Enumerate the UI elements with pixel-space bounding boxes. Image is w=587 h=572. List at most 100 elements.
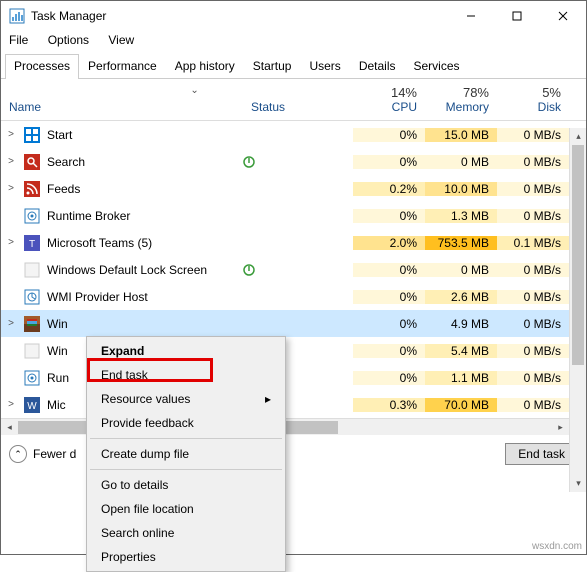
memory-cell: 70.0 MB — [425, 398, 497, 412]
memory-cell: 4.9 MB — [425, 317, 497, 331]
ctx-details-label: Go to details — [101, 478, 168, 492]
menu-view[interactable]: View — [108, 33, 134, 47]
process-name-label: Runtime Broker — [47, 209, 130, 223]
ctx-resource-values[interactable]: Resource values▸ — [89, 387, 283, 411]
scroll-left-icon[interactable]: ◂ — [1, 419, 18, 436]
table-row[interactable]: Runtime Broker 0%1.3 MB0 MB/s — [1, 202, 569, 229]
end-task-button[interactable]: End task — [505, 443, 578, 465]
ctx-separator — [90, 469, 282, 470]
tab-details[interactable]: Details — [350, 54, 405, 79]
scroll-down-icon[interactable]: ▾ — [570, 475, 587, 492]
chevron-up-icon: ⌃ — [9, 445, 27, 463]
close-button[interactable] — [540, 1, 586, 31]
disk-cell: 0 MB/s — [497, 317, 569, 331]
menubar: File Options View — [1, 31, 586, 53]
submenu-arrow-icon: ▸ — [265, 392, 271, 406]
expand-toggle-icon[interactable]: > — [1, 237, 21, 248]
expand-toggle-icon[interactable]: > — [1, 318, 21, 329]
tab-strip: Processes Performance App history Startu… — [1, 53, 586, 79]
col-name[interactable]: Name ⌄ — [1, 79, 243, 120]
table-row[interactable]: >Start0%15.0 MB0 MB/s — [1, 121, 569, 148]
v-scroll-thumb[interactable] — [572, 145, 584, 365]
table-row[interactable]: Windows Default Lock Screen0%0 MB0 MB/s — [1, 256, 569, 283]
table-row[interactable]: >Feeds0.2%10.0 MB0 MB/s — [1, 175, 569, 202]
scroll-up-icon[interactable]: ▴ — [570, 128, 587, 145]
blank-icon — [23, 261, 41, 279]
blank-icon — [23, 342, 41, 360]
cpu-cell: 0% — [353, 209, 425, 223]
memory-cell: 2.6 MB — [425, 290, 497, 304]
expand-toggle-icon[interactable]: > — [1, 183, 21, 194]
table-row[interactable]: WMI Provider Host0%2.6 MB0 MB/s — [1, 283, 569, 310]
svg-text:T: T — [29, 239, 35, 250]
ctx-search-label: Search online — [101, 526, 174, 540]
disk-percent: 5% — [505, 85, 561, 100]
ctx-end-task[interactable]: End task — [89, 363, 283, 387]
status-cell — [243, 156, 353, 168]
ctx-end-task-label: End task — [101, 368, 148, 382]
ctx-search-online[interactable]: Search online — [89, 521, 283, 545]
memory-cell: 1.3 MB — [425, 209, 497, 223]
fewer-details-label: Fewer d — [33, 447, 76, 461]
process-name-label: Mic — [47, 398, 66, 412]
process-name-label: Feeds — [47, 182, 80, 196]
disk-cell: 0 MB/s — [497, 263, 569, 277]
disk-cell: 0 MB/s — [497, 155, 569, 169]
table-row[interactable]: > Win 0%4.9 MB0 MB/s — [1, 310, 569, 337]
ctx-properties[interactable]: Properties — [89, 545, 283, 569]
col-status-label: Status — [251, 100, 285, 114]
process-name-cell: Win — [21, 315, 243, 333]
ctx-open-file-location[interactable]: Open file location — [89, 497, 283, 521]
titlebar: Task Manager — [1, 1, 586, 31]
expand-toggle-icon[interactable]: > — [1, 129, 21, 140]
process-name-label: WMI Provider Host — [47, 290, 148, 304]
ctx-go-to-details[interactable]: Go to details — [89, 473, 283, 497]
table-row[interactable]: >TMicrosoft Teams (5)2.0%753.5 MB0.1 MB/… — [1, 229, 569, 256]
menu-options[interactable]: Options — [48, 33, 89, 47]
process-name-cell: Runtime Broker — [21, 207, 243, 225]
cpu-percent: 14% — [361, 85, 417, 100]
table-row[interactable]: >Search0%0 MB0 MB/s — [1, 148, 569, 175]
feeds-icon — [23, 180, 41, 198]
process-name-label: Win — [47, 344, 68, 358]
tab-users[interactable]: Users — [300, 54, 349, 79]
cpu-cell: 0% — [353, 290, 425, 304]
col-cpu[interactable]: 14% CPU — [353, 79, 425, 120]
vertical-scrollbar[interactable]: ▴ ▾ — [569, 128, 586, 492]
memory-cell: 753.5 MB — [425, 236, 497, 250]
col-name-label: Name — [9, 100, 41, 114]
column-headers: Name ⌄ Status 14% CPU 78% Memory 5% Disk — [1, 79, 586, 120]
tab-services[interactable]: Services — [405, 54, 469, 79]
tab-app-history[interactable]: App history — [166, 54, 244, 79]
tab-performance[interactable]: Performance — [79, 54, 166, 79]
ctx-create-dump[interactable]: Create dump file — [89, 442, 283, 466]
leaf-status-icon — [243, 156, 255, 168]
menu-file[interactable]: File — [9, 33, 28, 47]
memory-cell: 15.0 MB — [425, 128, 497, 142]
col-status[interactable]: Status — [243, 79, 353, 120]
process-name-cell: WMI Provider Host — [21, 288, 243, 306]
expand-toggle-icon[interactable]: > — [1, 156, 21, 167]
tab-processes[interactable]: Processes — [5, 54, 79, 79]
memory-cell: 10.0 MB — [425, 182, 497, 196]
teams-icon: T — [23, 234, 41, 252]
cpu-cell: 0.3% — [353, 398, 425, 412]
process-name-cell: Feeds — [21, 180, 243, 198]
tab-startup[interactable]: Startup — [244, 54, 301, 79]
ctx-expand[interactable]: Expand — [89, 339, 283, 363]
minimize-button[interactable] — [448, 1, 494, 31]
ctx-props-label: Properties — [101, 550, 156, 564]
disk-cell: 0 MB/s — [497, 209, 569, 223]
col-memory[interactable]: 78% Memory — [425, 79, 497, 120]
maximize-button[interactable] — [494, 1, 540, 31]
ctx-provide-feedback[interactable]: Provide feedback — [89, 411, 283, 435]
cpu-cell: 0% — [353, 128, 425, 142]
col-disk[interactable]: 5% Disk — [497, 79, 569, 120]
fewer-details-button[interactable]: ⌃ Fewer d — [9, 445, 76, 463]
scroll-right-icon[interactable]: ▸ — [552, 419, 569, 436]
process-name-label: Win — [47, 317, 68, 331]
expand-toggle-icon[interactable]: > — [1, 399, 21, 410]
memory-cell: 5.4 MB — [425, 344, 497, 358]
cpu-cell: 0% — [353, 317, 425, 331]
process-name-cell: TMicrosoft Teams (5) — [21, 234, 243, 252]
